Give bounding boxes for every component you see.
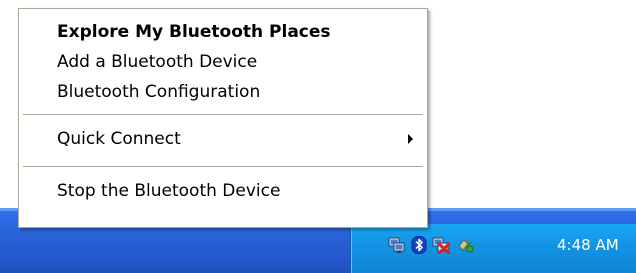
- menu-item-bluetooth-configuration[interactable]: Bluetooth Configuration: [19, 77, 427, 107]
- menu-separator: [23, 114, 423, 115]
- menu-item-label: Quick Connect: [57, 129, 181, 149]
- menu-item-add-bluetooth-device[interactable]: Add a Bluetooth Device: [19, 47, 427, 77]
- clock[interactable]: 4:48 AM: [557, 236, 627, 254]
- bluetooth-context-menu: Explore My Bluetooth Places Add a Blueto…: [18, 8, 428, 228]
- security-alert-icon[interactable]: [432, 236, 451, 255]
- menu-item-explore-bluetooth-places[interactable]: Explore My Bluetooth Places: [19, 17, 427, 47]
- submenu-arrow-icon: [408, 134, 413, 144]
- menu-item-stop-bluetooth-device[interactable]: Stop the Bluetooth Device: [19, 176, 427, 206]
- network-icon[interactable]: [388, 236, 406, 254]
- bluetooth-icon[interactable]: [410, 236, 428, 254]
- menu-item-quick-connect[interactable]: Quick Connect: [19, 124, 427, 154]
- network-connection-icon[interactable]: [456, 236, 474, 254]
- menu-separator: [23, 166, 423, 167]
